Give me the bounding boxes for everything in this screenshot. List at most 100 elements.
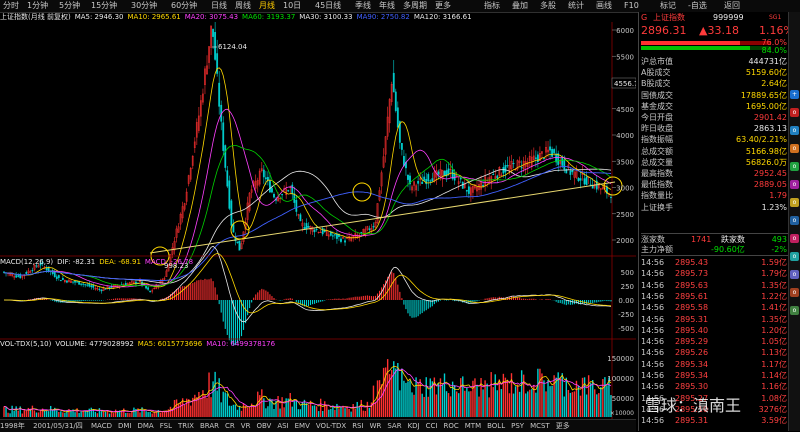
toolbar-button-0[interactable]: 指标 — [484, 1, 500, 11]
vol-bar — [232, 404, 235, 417]
period-tab-8[interactable]: 月线 — [259, 1, 275, 11]
period-tab-10[interactable]: 45日线 — [315, 1, 341, 11]
indicator-bar: 1998年 2001/05/31/四 MACD DMI DMA FSL TRIX BRAR… — [0, 419, 636, 432]
ma-legend-item-4: MA60: 3193.37 — [242, 13, 296, 21]
indicator-tab-0[interactable]: MACD — [91, 422, 112, 430]
vol-bar — [563, 396, 565, 417]
candle-body — [80, 283, 83, 285]
side-tool-icon[interactable]: o — [790, 216, 799, 225]
side-tool-icon[interactable]: o — [790, 198, 799, 207]
indicator-tab-4[interactable]: TRIX — [178, 422, 194, 430]
indicator-tab-3[interactable]: FSL — [160, 422, 172, 430]
candle-body — [563, 159, 566, 170]
candle-body — [25, 272, 28, 274]
stat-row-10: 最高指数 2952.45 — [641, 168, 799, 179]
indicator-tab-6[interactable]: CR — [225, 422, 235, 430]
indicator-tab-8[interactable]: OBV — [256, 422, 271, 430]
side-tool-icon[interactable]: o — [790, 306, 799, 315]
period-tab-14[interactable]: 更多 — [435, 1, 451, 11]
candle-body — [92, 285, 95, 288]
indicator-tab-14[interactable]: SAR — [387, 422, 401, 430]
period-tab-1[interactable]: 1分钟 — [27, 1, 48, 11]
indicator-tab-18[interactable]: MTM — [465, 422, 481, 430]
stat-row-2: B股成交 2.64亿 — [641, 78, 799, 89]
side-tool-icon[interactable]: o — [790, 234, 799, 243]
vol-bar — [11, 405, 13, 417]
period-tab-12[interactable]: 年线 — [379, 1, 395, 11]
toolbar-button-6[interactable]: 标记 — [660, 1, 676, 11]
toolbar-button-1[interactable]: 叠加 — [512, 1, 528, 11]
candle-body — [307, 226, 310, 228]
stat-label: 沪总市值 — [641, 57, 673, 66]
side-tool-icon[interactable]: + — [790, 90, 799, 99]
indicator-tab-19[interactable]: BOLL — [487, 422, 505, 430]
indicator-tab-13[interactable]: WR — [370, 422, 382, 430]
side-tool-icon[interactable]: o — [790, 288, 799, 297]
tick-p: 2895.26 — [675, 348, 709, 358]
candle-body — [145, 285, 147, 289]
indicator-tab-11[interactable]: VOL-TDX — [316, 422, 346, 430]
indicator-tab-9[interactable]: ASI — [277, 422, 288, 430]
side-tool-icon[interactable]: o — [790, 252, 799, 261]
period-tab-4[interactable]: 30分钟 — [131, 1, 157, 11]
vol-bar — [362, 410, 365, 417]
period-tab-13[interactable]: 多周期 — [403, 1, 427, 11]
indicator-tab-12[interactable]: RSI — [352, 422, 363, 430]
indicator-tab-10[interactable]: EMV — [295, 422, 310, 430]
candle-body — [368, 228, 371, 230]
side-tool-icon[interactable]: o — [790, 144, 799, 153]
period-tab-11[interactable]: 季线 — [355, 1, 371, 11]
quote-code: 999999 — [713, 13, 744, 22]
indicator-tab-5[interactable]: BRAR — [200, 422, 219, 430]
period-tab-6[interactable]: 日线 — [211, 1, 227, 11]
indicator-tab-15[interactable]: KDJ — [408, 422, 420, 430]
kline-chart-area[interactable]: 6124.04 998.23 6000550050004500400035003… — [0, 22, 636, 419]
toolbar-button-8[interactable]: 返回 — [724, 1, 740, 11]
candle-body — [88, 283, 91, 287]
side-tool-icon[interactable]: o — [790, 270, 799, 279]
period-tab-0[interactable]: 分时 — [3, 1, 19, 11]
side-tool-icon[interactable]: o — [790, 180, 799, 189]
toolbar-button-4[interactable]: 画线 — [596, 1, 612, 11]
period-tab-7[interactable]: 周线 — [235, 1, 251, 11]
price-pane[interactable] — [0, 22, 636, 254]
toolbar-button-3[interactable]: 统计 — [568, 1, 584, 11]
vol-bar — [317, 411, 320, 417]
vol-bar — [90, 407, 92, 417]
toolbar-button-7[interactable]: -自选 — [688, 1, 707, 11]
side-tool-icon[interactable]: o — [790, 126, 799, 135]
period-tab-3[interactable]: 15分钟 — [91, 1, 117, 11]
side-tool-icon[interactable]: o — [790, 108, 799, 117]
vol-bar — [585, 394, 588, 417]
indicator-tab-7[interactable]: VR — [241, 422, 251, 430]
toolbar-button-5[interactable]: F10 — [624, 1, 639, 11]
indicator-tab-20[interactable]: PSY — [511, 422, 524, 430]
indicator-tab-2[interactable]: DMA — [138, 422, 154, 430]
toolbar-button-2[interactable]: 多股 — [540, 1, 556, 11]
candle-body — [551, 148, 554, 157]
candle-body — [98, 288, 101, 290]
vol-bar — [145, 411, 147, 417]
period-tab-2[interactable]: 5分钟 — [59, 1, 80, 11]
indicator-tab-16[interactable]: CCI — [426, 422, 438, 430]
vol-bar — [297, 409, 300, 417]
candle-body — [482, 184, 484, 187]
candle-body — [149, 290, 152, 293]
vol-bar — [226, 393, 228, 417]
tick-q: 1.13亿 — [761, 348, 787, 358]
indicator-tab-21[interactable]: MCST — [530, 422, 550, 430]
side-tool-icon[interactable]: o — [790, 162, 799, 171]
candle-body — [396, 107, 399, 128]
indicator-tab-17[interactable]: ROC — [443, 422, 458, 430]
candle-body — [15, 275, 18, 278]
price-axis-label: 3500 — [616, 158, 634, 166]
indicator-tab-22[interactable]: 更多 — [556, 422, 570, 430]
period-tab-5[interactable]: 60分钟 — [171, 1, 197, 11]
indicator-tab-1[interactable]: DMI — [118, 422, 132, 430]
price-axis: 600055005000450040003500300025002000 — [612, 27, 634, 245]
vol-bar — [125, 413, 127, 417]
period-tab-9[interactable]: 10日 — [283, 1, 301, 11]
candle-body — [269, 180, 271, 193]
vol-bar — [214, 371, 216, 417]
vol-bar — [47, 411, 50, 417]
